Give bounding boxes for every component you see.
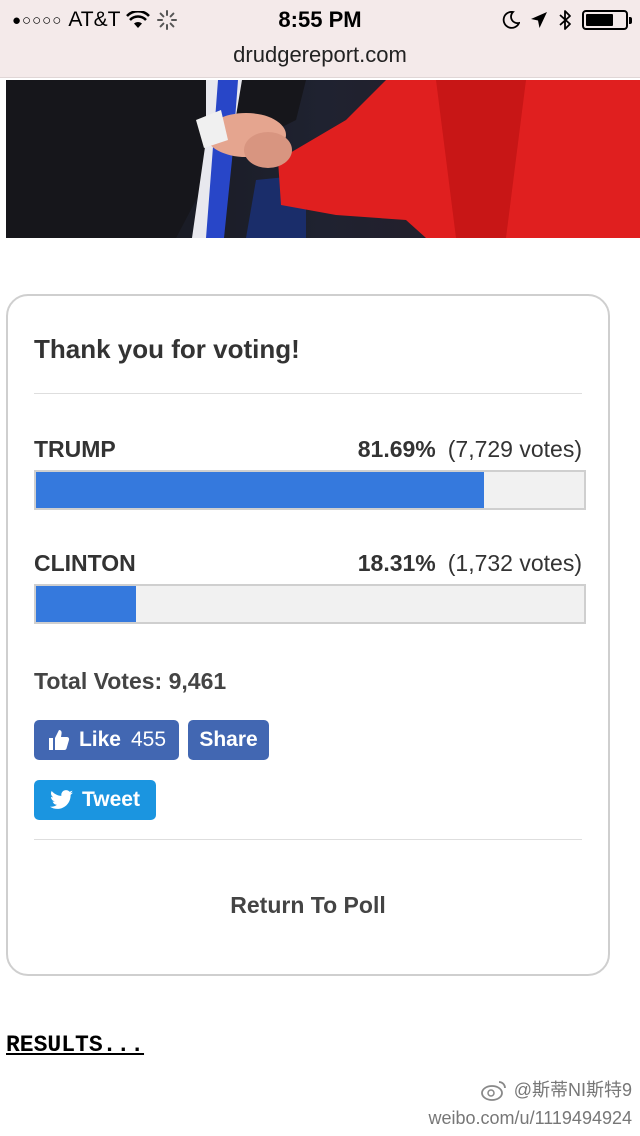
tweet-label: Tweet (82, 788, 140, 811)
result-bar-fill-trump (36, 472, 484, 508)
facebook-like-button[interactable]: Like 455 (34, 720, 179, 760)
do-not-disturb-moon-icon (502, 11, 520, 29)
twitter-bird-icon (50, 790, 74, 809)
status-left: ●○○○○ AT&T (12, 8, 502, 32)
candidate-votes-clinton: (1,732 votes) (447, 550, 582, 576)
poll-title: Thank you for voting! (34, 334, 300, 364)
candidate-stats-clinton: 18.31% (1,732 votes) (358, 550, 582, 577)
watermark-user: @斯蒂NI斯特9 (513, 1080, 632, 1100)
weibo-watermark: @斯蒂NI斯特9 weibo.com/u/1119494924 (429, 1076, 632, 1132)
result-bar-trump (34, 470, 586, 510)
bluetooth-icon (559, 10, 571, 30)
candidate-percent-trump: 81.69% (357, 436, 436, 462)
candidate-stats-trump: 81.69% (7,729 votes) (358, 436, 582, 463)
status-bar: ●○○○○ AT&T 8:55 PM (0, 0, 640, 40)
thumbs-up-icon (48, 730, 70, 750)
url-bar[interactable]: drudgereport.com (0, 40, 640, 78)
return-to-poll-link[interactable]: Return To Poll (8, 892, 608, 919)
loading-spinner-icon (157, 10, 178, 30)
tweet-button[interactable]: Tweet (34, 780, 156, 820)
battery-icon (582, 10, 632, 30)
weibo-logo-icon (480, 1081, 506, 1101)
result-bar-fill-clinton (36, 586, 137, 622)
divider (34, 839, 582, 840)
status-right (502, 9, 632, 31)
candidate-percent-clinton: 18.31% (357, 550, 436, 576)
signal-strength-icon: ●○○○○ (12, 11, 63, 29)
like-count: 455 (130, 728, 167, 751)
total-votes: Total Votes: 9,461 (34, 668, 227, 694)
watermark-url: weibo.com/u/1119494924 (428, 1108, 632, 1128)
handshake-photo (6, 80, 640, 238)
result-bar-clinton (34, 584, 586, 624)
results-link[interactable]: RESULTS... (6, 1032, 144, 1058)
candidate-name-trump: TRUMP (34, 436, 116, 462)
candidate-name-clinton: CLINTON (34, 550, 136, 576)
wifi-icon (126, 11, 151, 28)
facebook-share-button[interactable]: Share (188, 720, 269, 760)
carrier-label: AT&T (68, 8, 121, 31)
like-label: Like (78, 728, 121, 751)
candidate-votes-trump: (7,729 votes) (447, 436, 582, 462)
divider (34, 393, 582, 394)
location-arrow-icon (531, 12, 547, 28)
poll-results-card: Thank you for voting! TRUMP 81.69% (7,729… (6, 294, 610, 976)
watermark-user-row: @斯蒂NI斯特9 (429, 1076, 632, 1104)
